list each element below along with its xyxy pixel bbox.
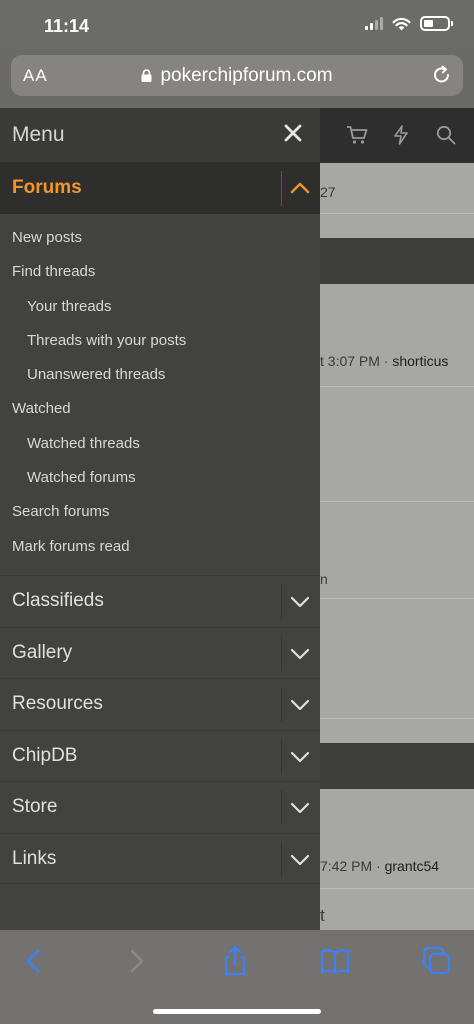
chevron-down-icon[interactable] bbox=[290, 850, 310, 870]
menu-section-label[interactable]: Store bbox=[12, 796, 57, 818]
username-link[interactable]: grantc54 bbox=[385, 858, 439, 874]
close-icon[interactable] bbox=[282, 122, 304, 144]
tabs-icon[interactable] bbox=[420, 944, 454, 978]
menu-link-watched-forums[interactable]: Watched forums bbox=[0, 461, 320, 495]
list-item: t bbox=[320, 906, 474, 926]
divider bbox=[281, 841, 282, 877]
back-icon[interactable] bbox=[17, 944, 51, 978]
background-page: 27 t 3:07 PM · shorticus n 7:42 PM · gra… bbox=[320, 108, 474, 930]
menu-section-store[interactable]: Store bbox=[0, 781, 320, 833]
username-link[interactable]: shorticus bbox=[392, 353, 448, 369]
menu-section-chipdb[interactable]: ChipDB bbox=[0, 729, 320, 781]
menu-header: Menu bbox=[0, 108, 320, 163]
menu-link-new-posts[interactable]: New posts bbox=[0, 221, 320, 255]
divider bbox=[281, 738, 282, 774]
chevron-down-icon[interactable] bbox=[290, 747, 310, 767]
chevron-down-icon[interactable] bbox=[290, 798, 310, 818]
menu-link-watched[interactable]: Watched bbox=[0, 392, 320, 426]
list-item-text: n bbox=[320, 571, 328, 587]
menu-section-label[interactable]: Forums bbox=[12, 177, 82, 199]
lightning-icon[interactable] bbox=[393, 125, 409, 145]
chevron-down-icon[interactable] bbox=[290, 592, 310, 612]
menu-link-threads-with-your-posts[interactable]: Threads with your posts bbox=[0, 324, 320, 358]
cellular-signal-icon bbox=[365, 17, 383, 30]
menu-section-forums[interactable]: Forums bbox=[0, 163, 320, 214]
menu-section-classifieds[interactable]: Classifieds bbox=[0, 575, 320, 627]
forums-submenu: New posts Find threads Your threads Thre… bbox=[0, 214, 320, 575]
divider bbox=[281, 171, 282, 206]
list-item-text: t bbox=[320, 906, 325, 925]
menu-link-watched-threads[interactable]: Watched threads bbox=[0, 427, 320, 461]
divider bbox=[281, 584, 282, 619]
address-bar[interactable]: AA pokerchipforum.com bbox=[11, 55, 463, 96]
menu-section-label[interactable]: Links bbox=[12, 848, 56, 870]
wifi-icon bbox=[392, 17, 411, 30]
url-display[interactable]: pokerchipforum.com bbox=[11, 65, 463, 87]
section-header bbox=[320, 743, 474, 789]
list-item: n bbox=[320, 571, 474, 587]
chevron-up-icon[interactable] bbox=[290, 178, 310, 198]
menu-link-your-threads[interactable]: Your threads bbox=[0, 290, 320, 324]
list-item-text: t 3:07 PM · bbox=[320, 353, 393, 369]
chevron-down-icon[interactable] bbox=[290, 695, 310, 715]
divider bbox=[281, 635, 282, 671]
menu-section-label[interactable]: Classifieds bbox=[12, 590, 104, 612]
menu-link-find-threads[interactable]: Find threads bbox=[0, 255, 320, 289]
cart-icon[interactable] bbox=[346, 125, 368, 145]
site-header bbox=[320, 108, 474, 163]
list-item: 7:42 PM · grantc54 bbox=[320, 858, 474, 874]
status-icons bbox=[365, 16, 453, 31]
divider bbox=[281, 687, 282, 722]
list-item-text: 7:42 PM · bbox=[320, 858, 385, 874]
lock-icon bbox=[141, 69, 152, 82]
menu-section-resources[interactable]: Resources bbox=[0, 678, 320, 730]
chevron-down-icon[interactable] bbox=[290, 644, 310, 664]
status-time: 11:14 bbox=[44, 16, 90, 36]
reload-icon[interactable] bbox=[431, 64, 453, 86]
menu-link-search-forums[interactable]: Search forums bbox=[0, 495, 320, 529]
url-text: pokerchipforum.com bbox=[160, 65, 333, 86]
status-bar: 11:14 bbox=[0, 0, 474, 50]
menu-section-label[interactable]: Gallery bbox=[12, 642, 72, 664]
menu-title: Menu bbox=[12, 123, 65, 146]
battery-icon bbox=[420, 16, 453, 31]
list-item: t 3:07 PM · shorticus bbox=[320, 353, 474, 369]
list-item: 27 bbox=[320, 184, 474, 200]
menu-section-label[interactable]: ChipDB bbox=[12, 745, 77, 767]
forward-icon[interactable] bbox=[119, 944, 153, 978]
share-icon[interactable] bbox=[218, 944, 252, 978]
section-header bbox=[320, 238, 474, 284]
home-indicator bbox=[153, 1009, 321, 1014]
menu-link-unanswered-threads[interactable]: Unanswered threads bbox=[0, 358, 320, 392]
menu-section-label[interactable]: Resources bbox=[12, 693, 103, 715]
bookmarks-icon[interactable] bbox=[318, 944, 352, 978]
search-icon[interactable] bbox=[436, 125, 456, 145]
divider bbox=[281, 790, 282, 825]
menu-drawer: Menu Forums New posts Find threads Your … bbox=[0, 108, 320, 930]
menu-section-links[interactable]: Links bbox=[0, 832, 320, 884]
list-item-text: 27 bbox=[320, 184, 336, 200]
menu-section-gallery[interactable]: Gallery bbox=[0, 626, 320, 678]
menu-link-mark-forums-read[interactable]: Mark forums read bbox=[0, 530, 320, 564]
